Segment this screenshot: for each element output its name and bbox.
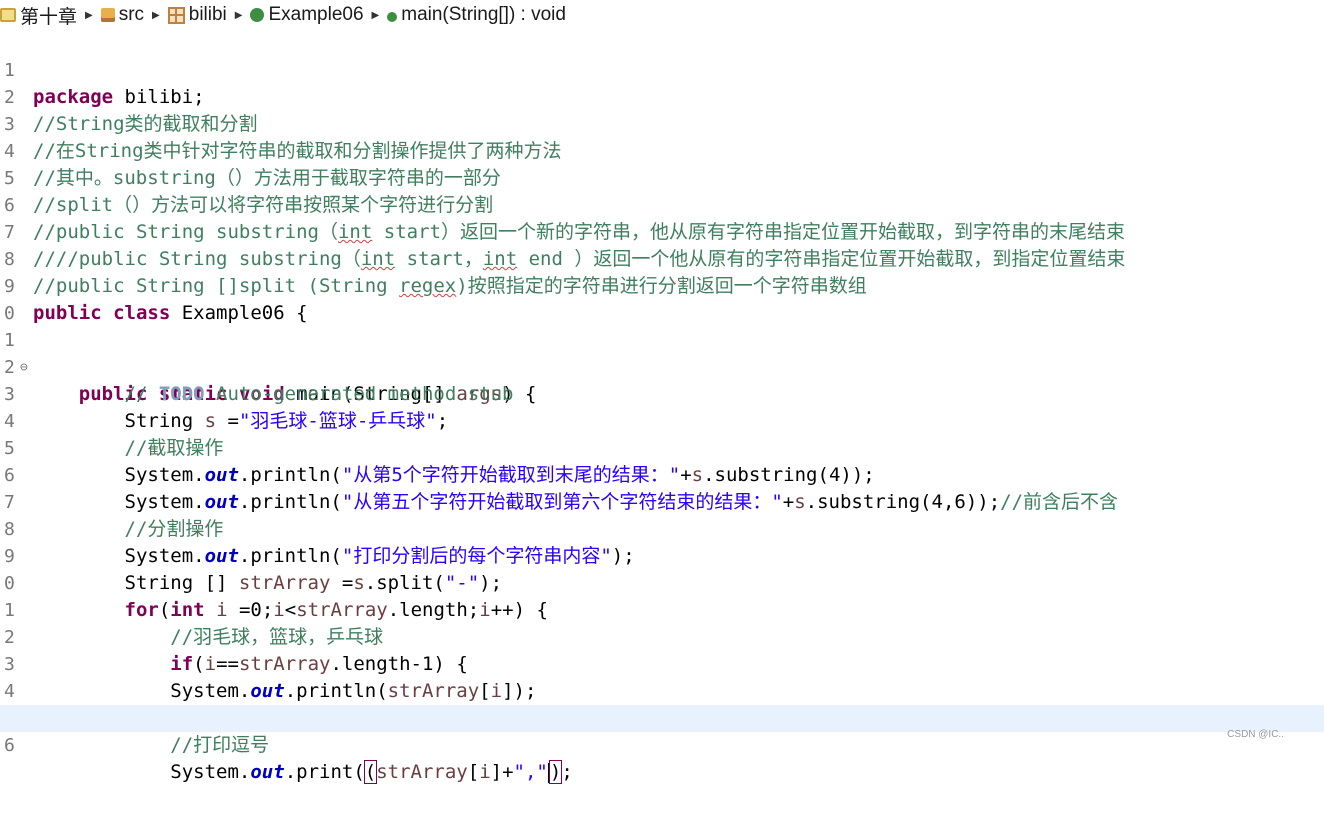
string-literal: "," — [513, 761, 548, 783]
package-icon — [167, 6, 185, 24]
matching-bracket: ( — [363, 760, 378, 784]
code-line[interactable]: 9 public class Example06 { — [0, 246, 1324, 324]
breadcrumb-src-label: src — [118, 4, 145, 25]
code-line[interactable]: 2 //String类的截取和分割 — [0, 57, 1324, 135]
code-line[interactable]: 6 System.out.println("从第五个字符开始截取到第六个字符结束… — [0, 435, 1324, 513]
code-line[interactable]: 7 //分割操作 — [0, 462, 1324, 540]
variable: strArray — [376, 761, 468, 783]
breadcrumb-chapter[interactable]: 第十章 — [0, 2, 77, 29]
code-token: System. — [170, 761, 251, 783]
code-line[interactable]: 6 //public String substring（int start）返回… — [0, 165, 1324, 243]
breadcrumb: 第十章 ▶ src ▶ bilibi ▶ Example06 ▶ main(St… — [0, 0, 1324, 30]
project-icon — [0, 8, 16, 22]
breadcrumb-separator-icon: ▶ — [85, 9, 93, 21]
code-text: System.out.print((strArray[i]+","); — [170, 760, 573, 784]
breadcrumb-chapter-label: 第十章 — [20, 6, 78, 28]
code-editor[interactable]: 1 package bilibi; 2 //String类的截取和分割 3 //… — [0, 30, 1324, 784]
static-field: out — [250, 761, 285, 783]
breadcrumb-src[interactable]: src — [100, 4, 145, 26]
code-line[interactable]: 1 //羽毛球，篮球，乒乓球 — [0, 570, 1324, 648]
code-line[interactable]: 8 //public String []split (String regex)… — [0, 219, 1324, 297]
code-token: ; — [561, 761, 573, 783]
method-icon — [387, 11, 398, 22]
code-line[interactable]: 7 } — [0, 732, 1324, 748]
code-line[interactable]: 7 ////public String substring（int start，… — [0, 192, 1324, 270]
code-line[interactable]: 0 — [0, 273, 1324, 324]
breadcrumb-separator-icon: ▶ — [152, 9, 160, 21]
code-line[interactable]: 1 package bilibi; — [0, 30, 1324, 108]
breadcrumb-class-label: Example06 — [268, 4, 364, 25]
matching-bracket: ) — [548, 760, 563, 784]
breadcrumb-class[interactable]: Example06 — [250, 4, 364, 26]
watermark: CSDN @IC.. — [1227, 729, 1284, 740]
code-token: ]+ — [490, 761, 514, 783]
code-line[interactable]: 0 for(int i =0;i<strArray.length;i++) { — [0, 543, 1324, 621]
code-token: .print( — [284, 761, 365, 783]
code-line[interactable]: 5 //打印逗号 — [0, 678, 1324, 756]
code-line[interactable]: 4 //其中。substring（）方法用于截取字符串的一部分 — [0, 111, 1324, 189]
breadcrumb-package-label: bilibi — [188, 4, 227, 25]
breadcrumb-method[interactable]: main(String[]) : void — [387, 4, 566, 26]
code-line[interactable]: 3 System.out.println(strArray[i]); — [0, 624, 1324, 702]
code-line[interactable]: 2 // TODO Auto-generated method stub — [0, 327, 1324, 405]
breadcrumb-method-label: main(String[]) : void — [401, 4, 566, 25]
variable: i — [479, 761, 491, 783]
breadcrumb-separator-icon: ▶ — [371, 9, 380, 21]
code-line[interactable]: 9 String [] strArray =s.split("-"); — [0, 516, 1324, 594]
class-icon — [250, 8, 265, 22]
breadcrumb-separator-icon: ▶ — [234, 9, 243, 21]
code-line[interactable]: 4 }else{ — [0, 651, 1324, 729]
code-line[interactable]: 3 String s ="羽毛球-篮球-乒乓球"; — [0, 354, 1324, 432]
code-line[interactable]: 2 if(i==strArray.length-1) { — [0, 597, 1324, 675]
code-line[interactable]: 8 System.out.println("打印分割后的每个字符串内容"); — [0, 489, 1324, 567]
current-code-line[interactable]: 6 System.out.print((strArray[i]+","); — [0, 705, 1324, 784]
code-line[interactable]: 3 //在String类中针对字符串的截取和分割操作提供了两种方法 — [0, 84, 1324, 162]
breadcrumb-package[interactable]: bilibi — [167, 4, 227, 26]
code-line[interactable]: 5 System.out.println("从第5个字符开始截取到末尾的结果："… — [0, 408, 1324, 486]
code-line[interactable]: 1 ⊖ public static void main(String[] arg… — [0, 300, 1324, 405]
code-line[interactable]: 5 //split（）方法可以将字符串按照某个字符进行分割 — [0, 138, 1324, 216]
source-folder-icon — [100, 8, 115, 22]
code-line[interactable]: 4 //截取操作 — [0, 381, 1324, 459]
